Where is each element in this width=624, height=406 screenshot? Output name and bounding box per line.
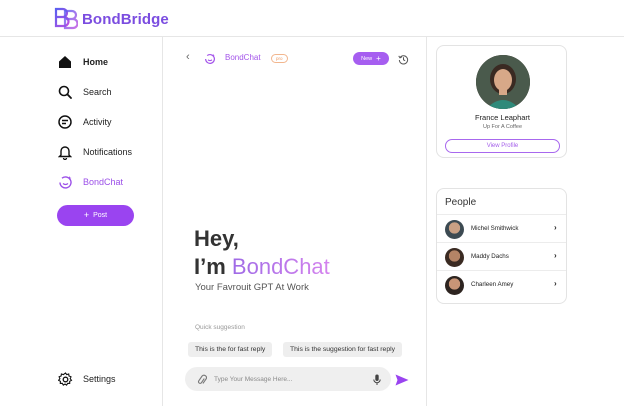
app-logo[interactable]: BondBridge [52, 6, 169, 32]
avatar [445, 220, 464, 239]
sidebar-item-settings[interactable]: Settings [57, 371, 116, 387]
plus-icon: + [83, 210, 90, 220]
profile-avatar [476, 55, 530, 109]
message-composer [185, 367, 391, 391]
new-chat-label: New [361, 55, 373, 62]
gear-icon [57, 371, 73, 387]
post-button-label: Post [93, 212, 108, 219]
home-icon [57, 54, 73, 70]
search-icon [57, 84, 73, 100]
brand-name: BondBridge [82, 10, 169, 28]
quick-suggestion-label: Quick suggestion [195, 324, 245, 331]
right-panel: France Leaphart Up For A Coffee View Pro… [426, 37, 624, 406]
person-name: Charleen Amey [471, 281, 514, 288]
bondbridge-logo-icon [54, 7, 78, 30]
post-button[interactable]: + Post [57, 205, 134, 226]
greeting-line-1: Hey, [194, 226, 239, 251]
bell-icon [57, 144, 73, 160]
people-title: People [445, 197, 477, 208]
avatar [445, 248, 464, 267]
bondchat-icon [204, 52, 216, 70]
chat-panel: ‹ BondChat pro New + Hey, I’m BondChat Y… [164, 37, 426, 406]
greeting-prefix: I’m [194, 254, 226, 279]
tagline: Your Favrouit GPT At Work [195, 282, 309, 293]
sidebar-item-label: Notifications [83, 147, 133, 157]
sidebar-item-label: Search [83, 87, 112, 97]
view-profile-button[interactable]: View Profile [445, 139, 560, 153]
person-row[interactable]: Michel Smithwick › [437, 214, 566, 242]
message-input[interactable] [214, 371, 364, 387]
person-name: Maddy Dachs [471, 253, 509, 260]
sidebar-item-notifications[interactable]: Notifications [57, 144, 132, 160]
people-card: People Michel Smithwick › Maddy Dachs › … [436, 188, 567, 304]
history-icon[interactable] [398, 52, 409, 70]
chat-header: ‹ BondChat pro New + [164, 51, 426, 67]
sidebar: Home Search Activity Notifications BondC… [0, 37, 163, 406]
person-name: Michel Smithwick [471, 225, 519, 232]
suggestion-chip[interactable]: This is the for fast reply [188, 342, 273, 357]
chevron-right-icon: › [554, 251, 557, 260]
send-icon[interactable] [395, 373, 409, 391]
chat-title: BondChat [225, 53, 261, 62]
top-bar: BondBridge [0, 0, 624, 37]
greeting-line-2: I’m BondChat [194, 253, 330, 280]
pro-badge: pro [271, 54, 288, 63]
profile-card: France Leaphart Up For A Coffee View Pro… [436, 45, 567, 158]
sidebar-item-home[interactable]: Home [57, 54, 108, 70]
sidebar-item-label: Home [83, 57, 109, 67]
new-chat-button[interactable]: New + [353, 52, 389, 65]
sidebar-item-search[interactable]: Search [57, 84, 112, 100]
bondchat-icon [57, 174, 73, 190]
sidebar-item-bondchat[interactable]: BondChat [57, 174, 123, 190]
paperclip-icon[interactable] [197, 373, 207, 391]
suggestion-chip[interactable]: This is the suggestion for fast reply [283, 342, 403, 357]
back-arrow-icon[interactable]: ‹ [186, 51, 190, 63]
activity-icon [57, 114, 73, 130]
person-row[interactable]: Maddy Dachs › [437, 242, 566, 270]
sidebar-item-label: Activity [83, 117, 112, 127]
person-row[interactable]: Charleen Amey › [437, 270, 566, 298]
profile-status: Up For A Coffee [482, 124, 523, 130]
chevron-right-icon: › [554, 279, 557, 288]
plus-icon: + [376, 53, 381, 63]
microphone-icon[interactable] [373, 373, 381, 391]
greeting-brand: BondChat [231, 254, 330, 279]
profile-name: France Leaphart [474, 113, 531, 122]
sidebar-item-activity[interactable]: Activity [57, 114, 112, 130]
sidebar-item-label: Settings [83, 374, 116, 384]
avatar [445, 276, 464, 295]
sidebar-item-label: BondChat [83, 177, 124, 187]
chevron-right-icon: › [554, 223, 557, 232]
